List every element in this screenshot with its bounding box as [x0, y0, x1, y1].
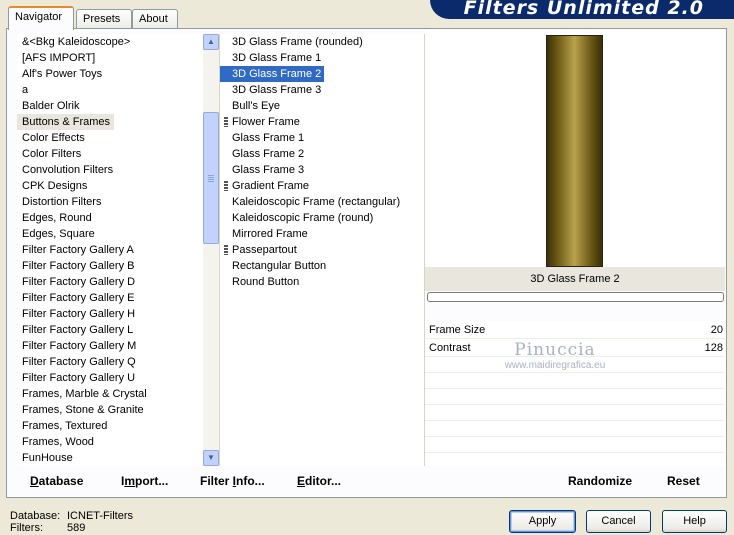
status-area: Database: ICNET-Filters Filters: 589	[10, 510, 133, 534]
filter-item[interactable]: 3D Glass Frame (rounded)	[220, 34, 424, 50]
category-item[interactable]: Frames, Marble & Crystal	[17, 386, 151, 402]
scroll-thumb[interactable]	[203, 112, 219, 244]
tab-navigator[interactable]: Navigator	[8, 6, 74, 30]
filter-list[interactable]: 3D Glass Frame (rounded) 3D Glass Frame …	[219, 34, 425, 466]
editor-button[interactable]: Editor...	[297, 474, 341, 488]
param-row-empty	[425, 405, 725, 421]
filter-item[interactable]: Rectangular Button	[220, 258, 424, 274]
category-item[interactable]: Edges, Round	[17, 210, 96, 226]
reset-button[interactable]: Reset	[667, 474, 700, 488]
category-item[interactable]: Frames, Wood	[17, 434, 98, 450]
title-banner: Filters Unlimited 2.0	[430, 0, 734, 19]
preview-area	[425, 30, 725, 267]
category-item[interactable]: Alf's Power Toys	[17, 66, 106, 82]
category-item[interactable]: Filter Factory Gallery E	[17, 290, 138, 306]
filters-label: Filters:	[10, 522, 43, 534]
category-item[interactable]: Balder Olrik	[17, 98, 83, 114]
category-item[interactable]: Edges, Square	[17, 226, 99, 242]
param-value[interactable]: 20	[711, 321, 723, 339]
parameter-list: Frame Size 20 Contrast 128	[425, 321, 725, 466]
filter-grip-icon	[224, 181, 228, 191]
database-label: Database:	[10, 510, 61, 522]
category-item[interactable]: Filter Factory Gallery M	[17, 338, 140, 354]
category-item[interactable]: &<Bkg Kaleidoscope>	[17, 34, 134, 50]
scroll-grip-icon	[208, 175, 214, 182]
param-row-empty	[425, 437, 725, 453]
filter-item[interactable]: Bull's Eye	[220, 98, 424, 114]
filter-item[interactable]: Glass Frame 1	[220, 130, 424, 146]
cancel-button[interactable]: Cancel	[586, 510, 651, 533]
filter-item[interactable]: Flower Frame	[220, 114, 424, 130]
scroll-down-arrow-icon[interactable]: ▼	[203, 450, 219, 466]
category-item[interactable]: Filter Factory Gallery D	[17, 274, 139, 290]
category-item[interactable]: Filter Factory Gallery A	[17, 242, 138, 258]
action-bar: Database Import... Filter Info... Editor…	[8, 469, 725, 496]
banner-title: Filters Unlimited 2.0	[463, 0, 704, 19]
category-item[interactable]: Filter Factory Gallery U	[17, 370, 139, 386]
category-scrollbar[interactable]: ▲ ▼	[203, 34, 219, 466]
filter-item[interactable]: Glass Frame 2	[220, 146, 424, 162]
progress-bar	[427, 292, 724, 302]
param-row-frame-size[interactable]: Frame Size 20	[425, 321, 725, 339]
category-item[interactable]: a	[17, 82, 32, 98]
filter-item[interactable]: Round Button	[220, 274, 424, 290]
database-button[interactable]: Database	[30, 474, 83, 488]
param-row-empty	[425, 421, 725, 437]
param-row-contrast[interactable]: Contrast 128	[425, 339, 725, 357]
preview-image	[546, 35, 603, 267]
randomize-button[interactable]: Randomize	[568, 474, 632, 488]
category-item[interactable]: [AFS IMPORT]	[17, 50, 99, 66]
filter-item-label: Flower Frame	[232, 116, 300, 128]
filter-grip-icon	[224, 245, 228, 255]
param-row-empty	[425, 389, 725, 405]
filter-grip-icon	[224, 117, 228, 127]
param-value[interactable]: 128	[705, 339, 723, 357]
category-list[interactable]: &<Bkg Kaleidoscope> [AFS IMPORT] Alf's P…	[17, 34, 203, 466]
filter-item[interactable]: Gradient Frame	[220, 178, 424, 194]
category-item[interactable]: Convolution Filters	[17, 162, 117, 178]
tab-presets[interactable]: Presets	[76, 9, 132, 29]
filter-item[interactable]: 3D Glass Frame 3	[220, 82, 424, 98]
filter-item-label: Gradient Frame	[232, 180, 310, 192]
main-panel: &<Bkg Kaleidoscope> [AFS IMPORT] Alf's P…	[6, 28, 727, 498]
category-item[interactable]: Distortion Filters	[17, 194, 105, 210]
filter-item-selected[interactable]: 3D Glass Frame 2	[220, 66, 325, 82]
category-item[interactable]: Filter Factory Gallery B	[17, 258, 138, 274]
filter-item-label: Passepartout	[232, 244, 297, 256]
filter-info-button[interactable]: Filter Info...	[200, 474, 265, 488]
scroll-up-arrow-icon[interactable]: ▲	[203, 34, 219, 50]
filter-item[interactable]: Glass Frame 3	[220, 162, 424, 178]
database-value: ICNET-Filters	[67, 510, 133, 522]
filter-item[interactable]: Mirrored Frame	[220, 226, 424, 242]
category-item[interactable]: Color Filters	[17, 146, 85, 162]
filter-item[interactable]: 3D Glass Frame 1	[220, 50, 424, 66]
filter-item[interactable]: Kaleidoscopic Frame (rectangular)	[220, 194, 424, 210]
category-item[interactable]: Frames, Textured	[17, 418, 111, 434]
filter-title: 3D Glass Frame 2	[425, 267, 725, 291]
category-item[interactable]: FunHouse	[17, 450, 77, 466]
category-item[interactable]: Color Effects	[17, 130, 89, 146]
filter-item[interactable]: Kaleidoscopic Frame (round)	[220, 210, 424, 226]
filter-item[interactable]: Passepartout	[220, 242, 424, 258]
apply-button[interactable]: Apply	[509, 510, 576, 533]
category-item[interactable]: Filter Factory Gallery H	[17, 306, 139, 322]
param-name: Contrast	[429, 342, 471, 354]
category-item-selected[interactable]: Buttons & Frames	[17, 114, 115, 130]
param-row-empty	[425, 357, 725, 373]
category-item[interactable]: CPK Designs	[17, 178, 91, 194]
tab-about[interactable]: About	[132, 9, 178, 29]
import-button[interactable]: Import...	[121, 474, 168, 488]
param-row-empty	[425, 373, 725, 389]
category-item[interactable]: Filter Factory Gallery L	[17, 322, 137, 338]
param-name: Frame Size	[429, 324, 486, 336]
category-item[interactable]: Frames, Stone & Granite	[17, 402, 148, 418]
help-button[interactable]: Help	[662, 510, 727, 533]
filters-count: 589	[67, 522, 86, 534]
category-item[interactable]: Filter Factory Gallery Q	[17, 354, 140, 370]
